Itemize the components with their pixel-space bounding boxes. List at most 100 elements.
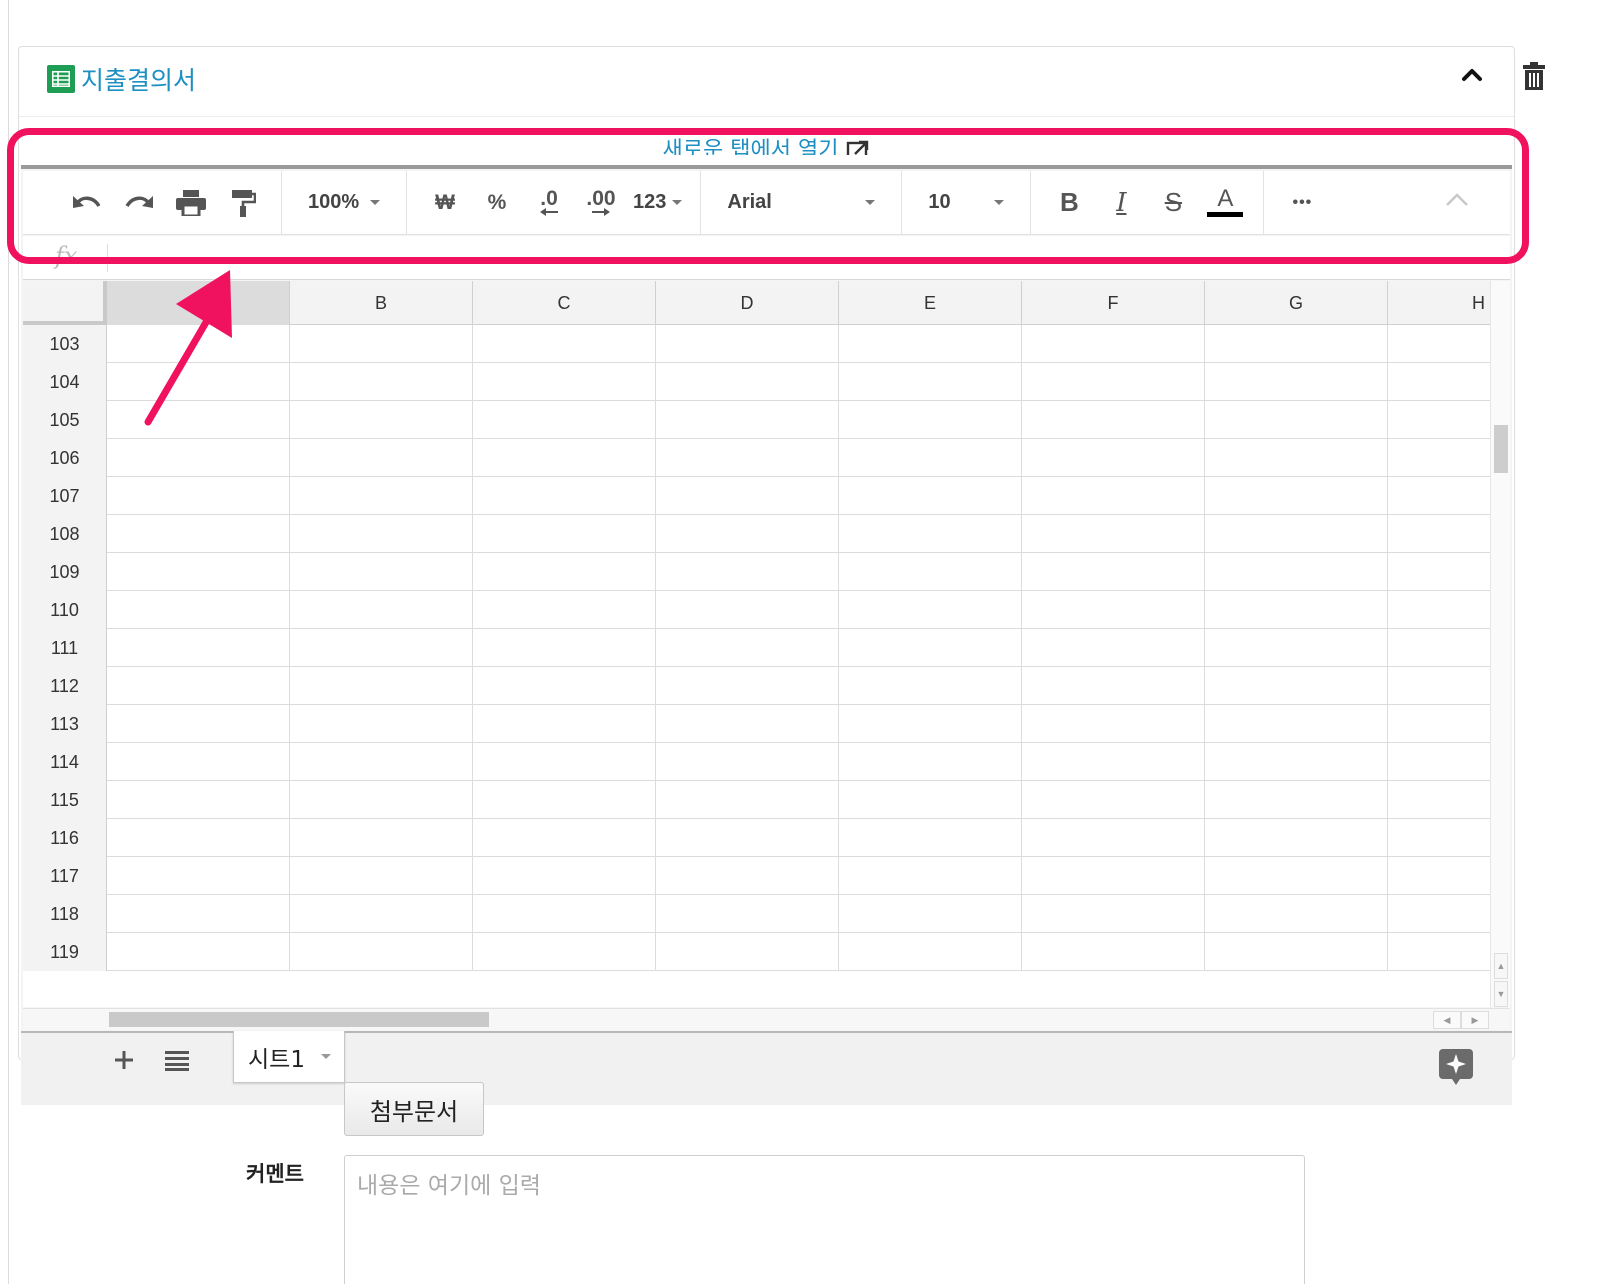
- row-header[interactable]: 113: [23, 705, 107, 743]
- grid-cell[interactable]: [290, 363, 473, 401]
- grid-cell[interactable]: [473, 895, 656, 933]
- grid-cell[interactable]: [290, 933, 473, 971]
- all-sheets-button[interactable]: [165, 1049, 193, 1077]
- horizontal-scrollbar[interactable]: ◀ ▶: [23, 1008, 1510, 1030]
- grid-cell[interactable]: [1022, 477, 1205, 515]
- bold-button[interactable]: B: [1043, 181, 1095, 225]
- grid-cell[interactable]: [107, 667, 290, 705]
- grid-cell[interactable]: [473, 781, 656, 819]
- grid-cell[interactable]: [473, 325, 656, 363]
- grid-cell[interactable]: [1205, 591, 1388, 629]
- grid-cell[interactable]: [1022, 857, 1205, 895]
- grid-cell[interactable]: [1388, 857, 1490, 895]
- grid-cell[interactable]: [290, 819, 473, 857]
- percent-format-button[interactable]: %: [471, 181, 523, 225]
- collapse-card-button[interactable]: [1458, 63, 1486, 87]
- grid-cell[interactable]: [107, 781, 290, 819]
- grid-cell[interactable]: [1205, 363, 1388, 401]
- grid-cell[interactable]: [839, 743, 1022, 781]
- grid-cell[interactable]: [656, 401, 839, 439]
- italic-button[interactable]: I: [1095, 181, 1147, 225]
- grid-cell[interactable]: [473, 819, 656, 857]
- grid-cell[interactable]: [1022, 515, 1205, 553]
- row-header[interactable]: 117: [23, 857, 107, 895]
- grid-cell[interactable]: [473, 363, 656, 401]
- grid-cell[interactable]: [107, 857, 290, 895]
- text-color-button[interactable]: A: [1199, 181, 1251, 225]
- grid-cell[interactable]: [656, 515, 839, 553]
- strikethrough-button[interactable]: S: [1147, 181, 1199, 225]
- grid-cell[interactable]: [1022, 629, 1205, 667]
- chevron-down-icon[interactable]: [320, 1054, 331, 1059]
- column-header-g[interactable]: G: [1205, 281, 1388, 325]
- grid-cell[interactable]: [656, 743, 839, 781]
- zoom-select[interactable]: 100%: [294, 181, 394, 225]
- undo-button[interactable]: [61, 181, 113, 225]
- grid-cell[interactable]: [107, 933, 290, 971]
- grid-cell[interactable]: [839, 363, 1022, 401]
- grid-cell[interactable]: [473, 667, 656, 705]
- grid-cell[interactable]: [839, 781, 1022, 819]
- grid-cell[interactable]: [1022, 895, 1205, 933]
- grid-cell[interactable]: [473, 629, 656, 667]
- grid-cell[interactable]: [839, 439, 1022, 477]
- decrease-decimal-button[interactable]: .0: [523, 181, 575, 225]
- explore-icon[interactable]: [1439, 1049, 1473, 1085]
- grid-cell[interactable]: [1388, 629, 1490, 667]
- grid-cell[interactable]: [290, 401, 473, 439]
- row-header[interactable]: 104: [23, 363, 107, 401]
- hide-toolbar-button[interactable]: [1444, 192, 1470, 213]
- grid-cell[interactable]: [107, 439, 290, 477]
- increase-decimal-button[interactable]: .00: [575, 181, 627, 225]
- grid-cell[interactable]: [1388, 591, 1490, 629]
- grid-cell[interactable]: [839, 401, 1022, 439]
- grid-cell[interactable]: [839, 591, 1022, 629]
- grid-cell[interactable]: [1388, 933, 1490, 971]
- grid-cell[interactable]: [1022, 933, 1205, 971]
- grid-cell[interactable]: [1205, 743, 1388, 781]
- grid-cell[interactable]: [290, 325, 473, 363]
- column-header-h[interactable]: H: [1388, 281, 1490, 325]
- grid-cell[interactable]: [473, 553, 656, 591]
- grid-cell[interactable]: [656, 781, 839, 819]
- row-header[interactable]: 106: [23, 439, 107, 477]
- row-header[interactable]: 107: [23, 477, 107, 515]
- grid-cell[interactable]: [1388, 325, 1490, 363]
- more-options-button[interactable]: •••: [1276, 181, 1328, 225]
- grid-cell[interactable]: [290, 477, 473, 515]
- grid-cell[interactable]: [1205, 895, 1388, 933]
- row-header[interactable]: 103: [23, 325, 107, 363]
- vertical-scrollbar[interactable]: ▲ ▼: [1490, 281, 1510, 1007]
- grid-cell[interactable]: [473, 515, 656, 553]
- grid-cell[interactable]: [656, 819, 839, 857]
- grid-cell[interactable]: [839, 667, 1022, 705]
- column-header-f[interactable]: F: [1022, 281, 1205, 325]
- grid-cell[interactable]: [107, 363, 290, 401]
- horizontal-scroll-thumb[interactable]: [109, 1012, 489, 1027]
- grid-cell[interactable]: [839, 477, 1022, 515]
- grid-cell[interactable]: [656, 325, 839, 363]
- grid-cell[interactable]: [1022, 591, 1205, 629]
- grid-cell[interactable]: [473, 401, 656, 439]
- column-header-a[interactable]: A: [107, 281, 290, 325]
- grid-cell[interactable]: [107, 629, 290, 667]
- scroll-down-button[interactable]: ▼: [1494, 981, 1508, 1007]
- grid-cell[interactable]: [1388, 895, 1490, 933]
- row-header[interactable]: 119: [23, 933, 107, 971]
- grid-cell[interactable]: [1205, 857, 1388, 895]
- grid-cell[interactable]: [656, 591, 839, 629]
- grid-cell[interactable]: [656, 667, 839, 705]
- grid-cell[interactable]: [290, 667, 473, 705]
- grid-cell[interactable]: [1022, 325, 1205, 363]
- row-header[interactable]: 110: [23, 591, 107, 629]
- grid-cell[interactable]: [290, 591, 473, 629]
- grid-cell[interactable]: [1205, 819, 1388, 857]
- grid-cell[interactable]: [107, 515, 290, 553]
- grid-cell[interactable]: [107, 895, 290, 933]
- grid-cell[interactable]: [1205, 515, 1388, 553]
- grid-cell[interactable]: [1022, 401, 1205, 439]
- grid-cell[interactable]: [107, 705, 290, 743]
- grid-cell[interactable]: [1022, 705, 1205, 743]
- grid-cell[interactable]: [290, 439, 473, 477]
- scroll-up-button[interactable]: ▲: [1494, 953, 1508, 979]
